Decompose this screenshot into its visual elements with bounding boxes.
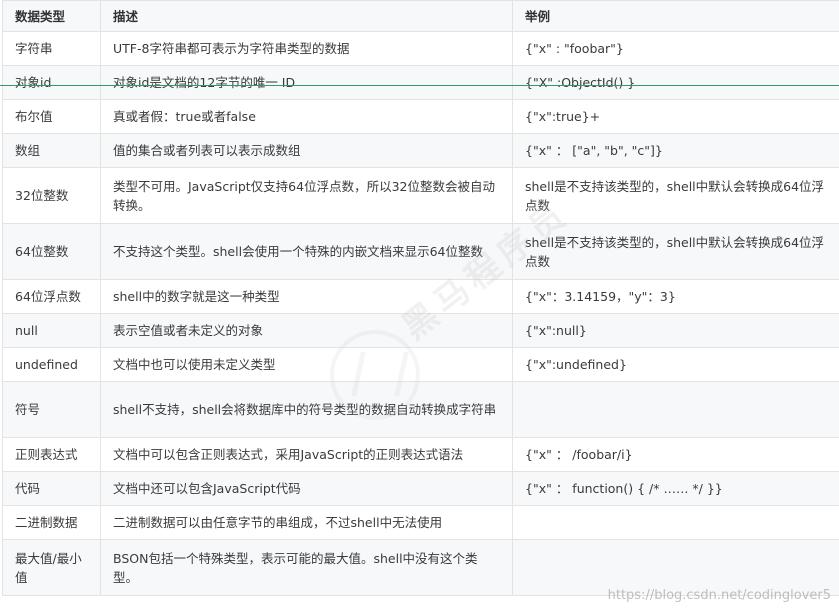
- example-cell: [512, 381, 839, 438]
- table-header-row: 数据类型 描述 举例: [2, 0, 839, 32]
- description-cell: 类型不可用。JavaScript仅支持64位浮点数，所以32位整数会被自动转换。: [100, 167, 513, 224]
- source-url-watermark: https://blog.csdn.net/codinglover5: [607, 588, 831, 603]
- description-cell: 文档中可以包含正则表达式，采用JavaScript的正则表达式语法: [100, 437, 513, 472]
- type-cell: undefined: [2, 347, 101, 382]
- example-cell: {"x" ： /foobar/i}: [512, 437, 839, 472]
- table-row: null 表示空值或者未定义的对象 {"x":null}: [2, 313, 839, 348]
- description-cell: 不支持这个类型。shell会使用一个特殊的内嵌文档来显示64位整数: [100, 223, 513, 280]
- type-cell: 数组: [2, 133, 101, 168]
- type-cell: 32位整数: [2, 167, 101, 224]
- example-cell: {"x" ： function() { /* …… */ }}: [512, 471, 839, 506]
- description-cell: 真或者假：true或者false: [100, 99, 513, 134]
- description-cell: BSON包括一个特殊类型，表示可能的最大值。shell中没有这个类型。: [100, 539, 513, 596]
- description-cell: 值的集合或者列表可以表示成数组: [100, 133, 513, 168]
- type-cell: 64位浮点数: [2, 279, 101, 314]
- header-description: 描述: [100, 0, 513, 32]
- example-cell: {"x" : "foobar"}: [512, 31, 839, 66]
- type-cell: 符号: [2, 381, 101, 438]
- table-row: 字符串 UTF-8字符串都可表示为字符串类型的数据 {"x" : "foobar…: [2, 31, 839, 66]
- table-row: 64位浮点数 shell中的数字就是这一种类型 {"x"：3.14159，"y"…: [2, 279, 839, 314]
- example-cell: {"x":true}+: [512, 99, 839, 134]
- description-cell: 文档中也可以使用未定义类型: [100, 347, 513, 382]
- example-cell: [512, 505, 839, 540]
- description-cell: 表示空值或者未定义的对象: [100, 313, 513, 348]
- description-cell: 对象id是文档的12字节的唯一 ID: [100, 65, 513, 100]
- table-row: 数组 值的集合或者列表可以表示成数组 {"x" ： ["a", "b", "c"…: [2, 133, 839, 168]
- example-cell: {"X" :ObjectId() }: [512, 65, 839, 100]
- table-row: 符号 shell不支持，shell会将数据库中的符号类型的数据自动转换成字符串: [2, 381, 839, 438]
- example-cell: {"x" ： ["a", "b", "c"]}: [512, 133, 839, 168]
- type-cell: 最大值/最小值: [2, 539, 101, 596]
- table-row: 代码 文档中还可以包含JavaScript代码 {"x" ： function(…: [2, 471, 839, 506]
- example-cell: {"x":undefined}: [512, 347, 839, 382]
- type-cell: 对象id: [2, 65, 101, 100]
- type-cell: 布尔值: [2, 99, 101, 134]
- description-cell: 二进制数据可以由任意字节的串组成，不过shell中无法使用: [100, 505, 513, 540]
- example-cell: shell是不支持该类型的，shell中默认会转换成64位浮点数: [512, 167, 839, 224]
- type-cell: 64位整数: [2, 223, 101, 280]
- description-cell: 文档中还可以包含JavaScript代码: [100, 471, 513, 506]
- description-cell: shell中的数字就是这一种类型: [100, 279, 513, 314]
- table-row: 布尔值 真或者假：true或者false {"x":true}+: [2, 99, 839, 134]
- accent-divider-line: [0, 85, 839, 86]
- type-cell: 二进制数据: [2, 505, 101, 540]
- example-cell: shell是不支持该类型的，shell中默认会转换成64位浮点数: [512, 223, 839, 280]
- description-cell: shell不支持，shell会将数据库中的符号类型的数据自动转换成字符串: [100, 381, 513, 438]
- description-cell: UTF-8字符串都可表示为字符串类型的数据: [100, 31, 513, 66]
- table-row: 二进制数据 二进制数据可以由任意字节的串组成，不过shell中无法使用: [2, 505, 839, 540]
- table-row: 对象id 对象id是文档的12字节的唯一 ID {"X" :ObjectId()…: [2, 65, 839, 100]
- table-row: 64位整数 不支持这个类型。shell会使用一个特殊的内嵌文档来显示64位整数 …: [2, 223, 839, 280]
- example-cell: {"x":null}: [512, 313, 839, 348]
- brand-logo-watermark-icon: [330, 330, 420, 420]
- type-cell: null: [2, 313, 101, 348]
- type-cell: 字符串: [2, 31, 101, 66]
- type-cell: 正则表达式: [2, 437, 101, 472]
- table-row: 32位整数 类型不可用。JavaScript仅支持64位浮点数，所以32位整数会…: [2, 167, 839, 224]
- data-types-table: 数据类型 描述 举例 字符串 UTF-8字符串都可表示为字符串类型的数据 {"x…: [2, 0, 839, 596]
- table-row: undefined 文档中也可以使用未定义类型 {"x":undefined}: [2, 347, 839, 382]
- header-example: 举例: [512, 0, 839, 32]
- example-cell: {"x"：3.14159，"y"：3}: [512, 279, 839, 314]
- header-type: 数据类型: [2, 0, 101, 32]
- type-cell: 代码: [2, 471, 101, 506]
- table-row: 正则表达式 文档中可以包含正则表达式，采用JavaScript的正则表达式语法 …: [2, 437, 839, 472]
